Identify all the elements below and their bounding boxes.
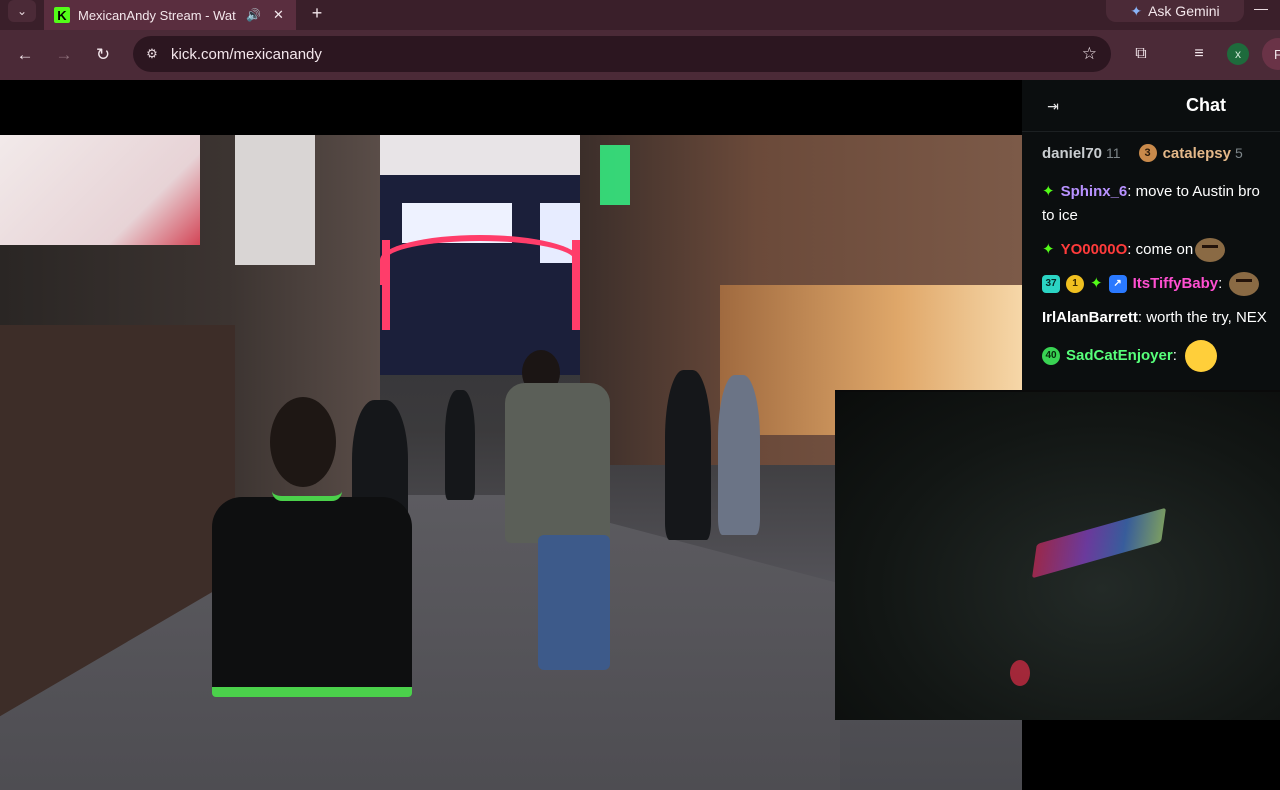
chat-message: ✦ Sphinx_6: move to Austin bro to ice [1042, 180, 1280, 228]
leaderboard-user[interactable]: daniel70 [1042, 145, 1102, 162]
video-walker-jeans [538, 535, 610, 670]
leaderboard-count: 5 [1234, 145, 1243, 161]
sparkle-badge-icon: ✦ [1090, 275, 1103, 293]
chat-title-wrap: Chat [1022, 80, 1280, 132]
chat-message-text: worth the try, NEX [1146, 309, 1267, 327]
tab-mexicanandy-stream[interactable]: K MexicanAndy Stream - Wat 🔊 ✕ [44, 0, 296, 30]
video-kid-head [270, 397, 336, 487]
tab-title: MexicanAndy Stream - Wat [78, 7, 236, 23]
new-tab-button[interactable]: + [306, 2, 328, 24]
video-neon-sign [600, 145, 630, 205]
chat-message: 37 1 ✦ ↗ ItsTiffyBaby: [1042, 272, 1280, 297]
browser-toolbar: ← → ↻ ⚙ kick.com/mexicanandy ☆ ⧉ ≡ x F [0, 30, 1280, 80]
kick-favicon-icon: K [54, 7, 70, 23]
rank-badge: 3 [1138, 144, 1157, 162]
video-left-panel [235, 135, 315, 265]
video-kid-shirt [212, 497, 412, 697]
subscriber-badge: 37 [1042, 275, 1060, 294]
profile-avatar-f[interactable]: F [1262, 38, 1280, 70]
back-arrow-icon: ← [16, 45, 34, 64]
chat-message: 40 SadCatEnjoyer: [1042, 340, 1280, 373]
chat-header: ⇥ Chat [1022, 80, 1280, 132]
site-info-icon[interactable]: ⚙ [143, 45, 161, 63]
chat-message: ✦ YO0000O: come on [1042, 238, 1280, 263]
reload-button[interactable]: ↻ [90, 42, 116, 68]
tab-strip: ⌄ K MexicanAndy Stream - Wat 🔊 ✕ + ✦ Ask… [0, 0, 1280, 30]
colon-separator: : [1127, 241, 1136, 258]
close-tab-icon[interactable]: ✕ [273, 7, 284, 23]
gemini-sparkle-icon: ✦ [1130, 2, 1143, 19]
chat-username[interactable]: SadCatEnjoyer [1066, 347, 1173, 364]
video-left-sign [0, 135, 200, 245]
address-bar[interactable]: ⚙ kick.com/mexicanandy ☆ [133, 36, 1111, 72]
media-control-icon[interactable]: ≡ [1187, 42, 1211, 66]
video-arch-post [382, 240, 390, 330]
window-minimize-icon[interactable]: — [1254, 0, 1274, 20]
sparkle-badge-icon: ✦ [1042, 183, 1055, 200]
chat-username[interactable]: YO0000O [1061, 241, 1128, 258]
leaderboard-user[interactable]: catalepsy [1163, 145, 1231, 162]
chat-message-continuation: to ice [1042, 207, 1078, 224]
ask-gemini-label: Ask Gemini [1148, 3, 1220, 19]
video-pedestrian [665, 370, 711, 540]
video-kid-collar [272, 491, 342, 501]
video-neon-arch [380, 235, 580, 285]
colon-separator: : [1218, 275, 1227, 293]
sparkle-badge-icon: ✦ [1042, 241, 1055, 258]
chat-leaderboard: daniel70 11 3 catalepsy 5 [1042, 142, 1280, 164]
chat-username[interactable]: IrlAlanBarrett [1042, 309, 1138, 326]
forward-button[interactable]: → [51, 42, 77, 68]
speaker-icon[interactable]: 🔊 [246, 8, 261, 22]
video-pedestrian [445, 390, 475, 500]
bookmark-star-icon[interactable]: ☆ [1082, 44, 1097, 64]
chat-message: IrlAlanBarrett: worth the try, NEX [1042, 306, 1280, 330]
chat-message-text: move to Austin bro [1135, 183, 1260, 200]
extensions-icon[interactable]: ⧉ [1129, 42, 1153, 66]
forward-arrow-icon: → [55, 45, 73, 64]
colon-separator: : [1127, 183, 1136, 200]
colon-separator: : [1137, 309, 1147, 327]
ask-gemini-button[interactable]: ✦ Ask Gemini [1106, 0, 1244, 22]
verified-arrow-badge-icon: ↗ [1108, 275, 1127, 294]
chat-username[interactable]: ItsTiffyBaby [1133, 275, 1219, 292]
cat-emote-icon [1228, 272, 1259, 297]
profile-avatar-x[interactable]: x [1227, 43, 1249, 65]
gifter-badge: 1 [1066, 275, 1084, 294]
chevron-down-icon: ⌄ [16, 4, 28, 18]
rgb-mouse-glow [1010, 660, 1030, 686]
chat-messages: ✦ Sphinx_6: move to Austin bro to ice ✦ YO… [1042, 180, 1280, 382]
chat-title: Chat [1186, 95, 1226, 115]
video-sky [360, 135, 585, 175]
chat-username[interactable]: Sphinx_6 [1061, 183, 1128, 200]
leaderboard-count: 11 [1106, 145, 1121, 161]
smirk-emote-icon [1185, 340, 1218, 373]
reload-icon: ↻ [95, 45, 111, 64]
video-walker-shirt [505, 383, 610, 543]
tab-search-button[interactable]: ⌄ [8, 0, 36, 22]
chat-message-text: come on [1135, 241, 1194, 258]
kick-page: ⇥ Chat daniel70 11 3 catalepsy 5 ✦ Sphinx… [0, 80, 1280, 790]
cat-emote-icon [1195, 238, 1226, 263]
subscriber-badge: 40 [1042, 347, 1060, 366]
colon-separator: : [1172, 347, 1182, 365]
video-arch-post [572, 240, 580, 330]
video-pedestrian [718, 375, 760, 535]
url-text: kick.com/mexicanandy [171, 45, 322, 63]
back-button[interactable]: ← [12, 42, 38, 68]
chat-panel: ⇥ Chat daniel70 11 3 catalepsy 5 ✦ Sphinx… [1022, 80, 1280, 390]
